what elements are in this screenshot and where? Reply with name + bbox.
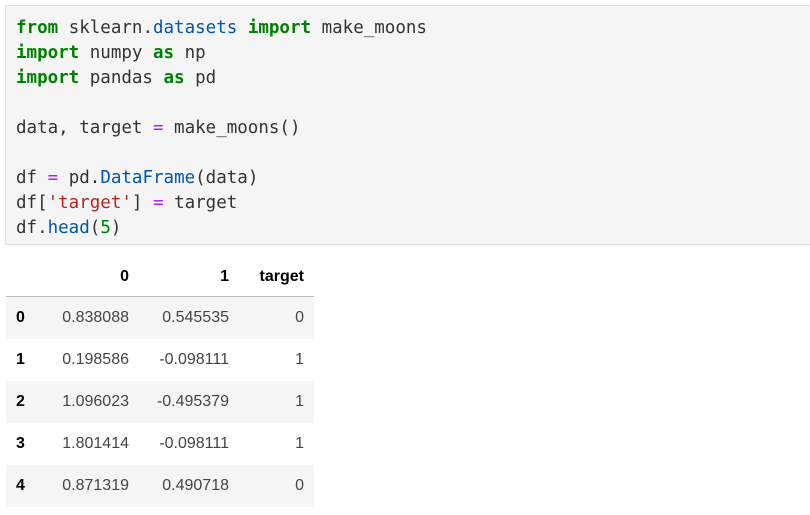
column-header-target: target bbox=[239, 258, 314, 297]
code-token: pd bbox=[184, 68, 217, 88]
cell-0: 0.198586 bbox=[62, 351, 129, 368]
code-cell[interactable]: from sklearn.datasets import make_moons i… bbox=[5, 5, 810, 245]
cell-target: 0 bbox=[295, 477, 304, 494]
cell-target: 1 bbox=[295, 393, 304, 410]
cell-target: 0 bbox=[295, 309, 304, 326]
code-token: (data) bbox=[195, 168, 259, 188]
row-index: 3 bbox=[16, 435, 25, 452]
column-header-1: 1 bbox=[139, 258, 239, 297]
code-token: import bbox=[247, 18, 312, 38]
code-token: ] bbox=[131, 193, 153, 213]
code-token: 'target' bbox=[47, 193, 132, 213]
cell-target: 1 bbox=[295, 351, 304, 368]
code-token: numpy bbox=[79, 43, 153, 63]
table-row: 1 0.198586 -0.098111 1 bbox=[6, 339, 314, 381]
code-token: import bbox=[16, 68, 80, 88]
cell-0: 1.096023 bbox=[62, 393, 129, 410]
cell-0: 0.871319 bbox=[62, 477, 129, 494]
code-token: make_moons() bbox=[163, 118, 301, 138]
code-line: df = pd.DataFrame(data) bbox=[16, 166, 427, 191]
cell-1: -0.495379 bbox=[156, 393, 229, 410]
cell-1: 0.545535 bbox=[162, 309, 229, 326]
code-token: make_moons bbox=[311, 18, 427, 38]
code-token: from bbox=[16, 18, 59, 38]
code-token: import bbox=[16, 43, 80, 63]
row-index: 1 bbox=[16, 351, 25, 368]
table-row: 3 1.801414 -0.098111 1 bbox=[6, 423, 314, 465]
dataframe-output: 0 1 target 0 0.838088 0.545535 0 1 0.198… bbox=[6, 258, 314, 507]
code-token: df. bbox=[16, 218, 48, 238]
row-index: 2 bbox=[16, 393, 25, 410]
cell-0: 0.838088 bbox=[62, 309, 129, 326]
code-token: datasets bbox=[152, 18, 238, 38]
code-token: ) bbox=[110, 218, 122, 238]
header-row: 0 1 target bbox=[6, 258, 314, 297]
code-token: target bbox=[163, 193, 238, 213]
table-row: 0 0.838088 0.545535 0 bbox=[6, 296, 314, 339]
code-token: DataFrame bbox=[100, 168, 196, 188]
code-line: df.head(5) bbox=[16, 216, 427, 241]
cell-1: 0.490718 bbox=[162, 477, 229, 494]
code-token: = bbox=[47, 168, 59, 188]
cell-0: 1.801414 bbox=[62, 435, 129, 452]
table-row: 4 0.871319 0.490718 0 bbox=[6, 465, 314, 507]
code-token: 5 bbox=[100, 218, 111, 238]
code-token: data, target bbox=[16, 118, 153, 138]
code-token: as bbox=[152, 43, 175, 63]
code-line: df['target'] = target bbox=[16, 191, 427, 216]
code-token: as bbox=[163, 68, 185, 88]
code-token: ( bbox=[89, 218, 101, 238]
code-line: from sklearn.datasets import make_moons bbox=[16, 16, 427, 41]
cell-1: -0.098111 bbox=[159, 435, 229, 452]
code-token: head bbox=[47, 218, 90, 238]
code-line: import numpy as np bbox=[16, 41, 427, 66]
index-header bbox=[6, 258, 44, 297]
code-token: df[ bbox=[16, 193, 48, 213]
code-token: pandas bbox=[79, 68, 164, 88]
row-index: 4 bbox=[16, 477, 25, 494]
cell-target: 1 bbox=[295, 435, 304, 452]
code-token: = bbox=[152, 118, 164, 138]
code-token: np bbox=[174, 43, 206, 63]
cell-1: -0.098111 bbox=[159, 351, 229, 368]
row-index: 0 bbox=[16, 309, 25, 326]
code-line: import pandas as pd bbox=[16, 66, 427, 91]
column-header-0: 0 bbox=[44, 258, 139, 297]
code-token: df bbox=[16, 168, 48, 188]
code-token: = bbox=[152, 193, 164, 213]
code-token: pd. bbox=[58, 168, 101, 188]
code-line: data, target = make_moons() bbox=[16, 116, 427, 141]
code-token: sklearn. bbox=[58, 18, 153, 38]
code-editor[interactable]: from sklearn.datasets import make_moons i… bbox=[16, 16, 427, 241]
table-row: 2 1.096023 -0.495379 1 bbox=[6, 381, 314, 423]
